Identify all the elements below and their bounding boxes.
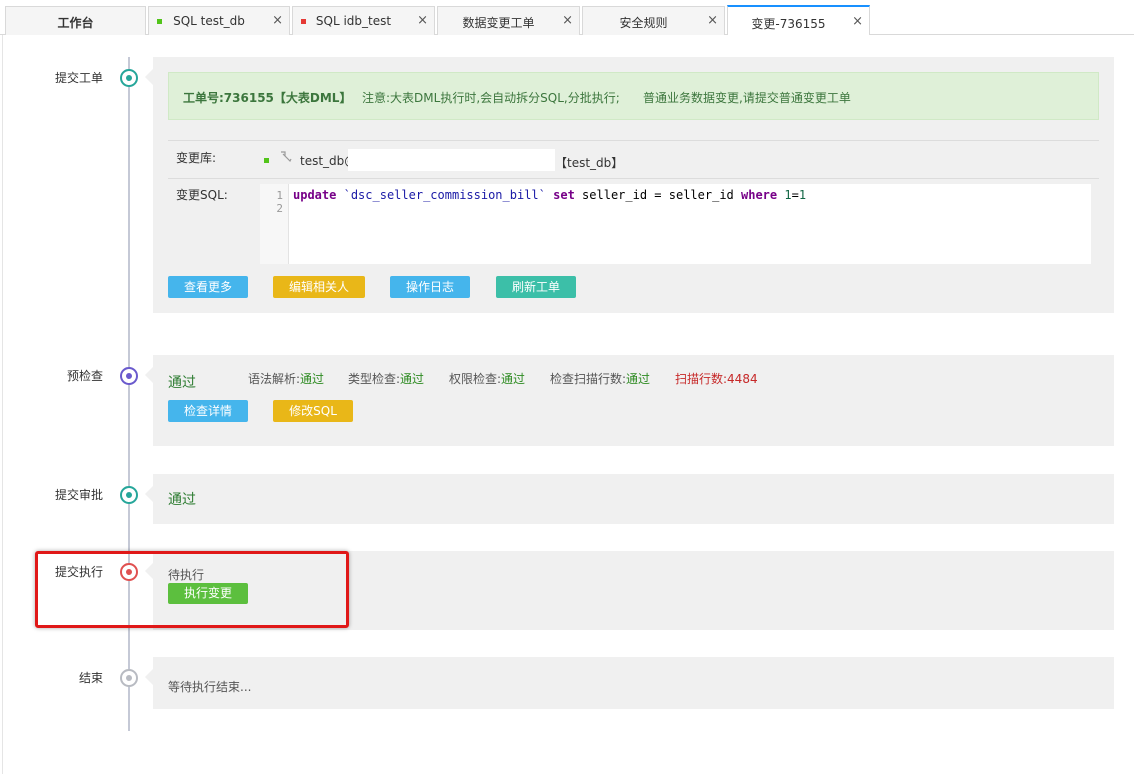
ticket-id: 工单号:736155【大表DML】	[183, 91, 352, 105]
check-type: 类型检查:通过	[348, 370, 424, 387]
db-label: 变更库:	[176, 151, 217, 165]
modify-sql-button[interactable]: 修改SQL	[273, 400, 353, 422]
view-more-button[interactable]: 查看更多	[168, 276, 248, 298]
notice-note: 注意:大表DML执行时,会自动拆分SQL,分批执行;	[362, 91, 620, 105]
tab-change-736155[interactable]: 变更-736155 ×	[727, 5, 870, 35]
approval-status: 通过	[168, 492, 196, 508]
tab-label: SQL idb_test	[315, 14, 392, 28]
timeline-node-icon	[120, 486, 138, 504]
tab-label: 工作台	[57, 16, 94, 30]
sql-editor[interactable]: 1 2 update `dsc_seller_commission_bill` …	[260, 184, 1091, 264]
sql-label: 变更SQL:	[176, 188, 228, 202]
tab-security-rules[interactable]: 安全规则 ×	[582, 6, 725, 35]
line-numbers: 1 2	[260, 184, 289, 264]
ticket-panel: 工单号:736155【大表DML】 注意:大表DML执行时,会自动拆分SQL,分…	[145, 57, 1114, 313]
close-icon[interactable]: ×	[852, 14, 863, 29]
timeline-node-icon	[120, 69, 138, 87]
check-value: 通过	[626, 372, 651, 386]
db-status-dot	[264, 158, 269, 163]
ticket-notice: 工单号:736155【大表DML】 注意:大表DML执行时,会自动拆分SQL,分…	[168, 72, 1099, 120]
line-number: 1	[276, 189, 283, 202]
step-label-approval: 提交审批	[54, 488, 103, 502]
content-border	[2, 35, 3, 774]
sql-operator: =	[791, 188, 799, 202]
tab-sql-idb-test[interactable]: SQL idb_test ×	[292, 6, 435, 35]
close-icon[interactable]: ×	[562, 13, 573, 28]
check-scan-rows: 检查扫描行数:通过	[550, 370, 650, 387]
sql-number: 1	[798, 188, 807, 202]
check-detail-button[interactable]: 检查详情	[168, 400, 248, 422]
timeline-node-icon	[120, 367, 138, 385]
close-icon[interactable]: ×	[272, 13, 283, 28]
notice-tip: 普通业务数据变更,请提交普通变更工单	[643, 91, 851, 105]
sql-number: 1	[784, 188, 792, 202]
highlight-annotation	[35, 551, 349, 628]
tab-label: SQL test_db	[173, 14, 245, 28]
sql-keyword: where	[741, 188, 778, 202]
tab-bar: 工作台 SQL test_db × SQL idb_test × 数据变更工单 …	[0, 0, 1134, 35]
check-name: 类型检查:	[348, 372, 401, 386]
timeline-node-icon	[120, 669, 138, 687]
sql-assignment: seller_id = seller_id	[582, 188, 734, 202]
check-value: 通过	[300, 372, 325, 386]
operation-log-button[interactable]: 操作日志	[390, 276, 470, 298]
plug-icon	[279, 150, 293, 167]
close-icon[interactable]: ×	[417, 13, 428, 28]
edit-related-button[interactable]: 编辑相关人	[273, 276, 365, 298]
step-label-end: 结束	[78, 671, 103, 685]
check-name: 语法解析:	[248, 372, 301, 386]
refresh-ticket-button[interactable]: 刷新工单	[496, 276, 576, 298]
precheck-status: 通过	[168, 375, 196, 391]
tab-label: 数据变更工单	[462, 16, 535, 30]
close-icon[interactable]: ×	[707, 13, 718, 28]
sql-table: `dsc_seller_commission_bill`	[343, 188, 546, 202]
tab-workbench[interactable]: 工作台	[5, 6, 146, 35]
approval-panel: 通过	[145, 474, 1114, 524]
tab-label: 安全规则	[619, 16, 668, 30]
scan-row-count: 扫描行数:4484	[675, 372, 758, 386]
tab-sql-test-db[interactable]: SQL test_db ×	[148, 6, 290, 35]
db-suffix: 【test_db】	[555, 156, 624, 170]
step-label-precheck: 预检查	[66, 369, 103, 383]
line-number: 2	[276, 202, 283, 215]
step-label-submit: 提交工单	[54, 71, 103, 85]
timeline-line	[128, 57, 130, 731]
check-syntax: 语法解析:通过	[248, 370, 324, 387]
sql-keyword: set	[553, 188, 575, 202]
check-name: 检查扫描行数:	[550, 372, 627, 386]
divider	[168, 140, 1099, 141]
precheck-panel: 通过 语法解析:通过 类型检查:通过 权限检查:通过 检查扫描行数:通过 扫描行…	[145, 355, 1114, 446]
sql-code[interactable]: update `dsc_seller_commission_bill` set …	[293, 188, 806, 202]
check-name: 权限检查:	[449, 372, 502, 386]
check-permission: 权限检查:通过	[449, 370, 525, 387]
divider	[168, 178, 1099, 179]
check-value: 通过	[501, 372, 526, 386]
end-status: 等待执行结束...	[168, 680, 252, 694]
check-value: 通过	[400, 372, 425, 386]
tab-data-change-ticket[interactable]: 数据变更工单 ×	[437, 6, 580, 35]
end-panel: 等待执行结束...	[145, 657, 1114, 709]
sql-keyword: update	[293, 188, 337, 202]
tab-label: 变更-736155	[751, 17, 826, 31]
db-host-redacted	[348, 149, 555, 171]
